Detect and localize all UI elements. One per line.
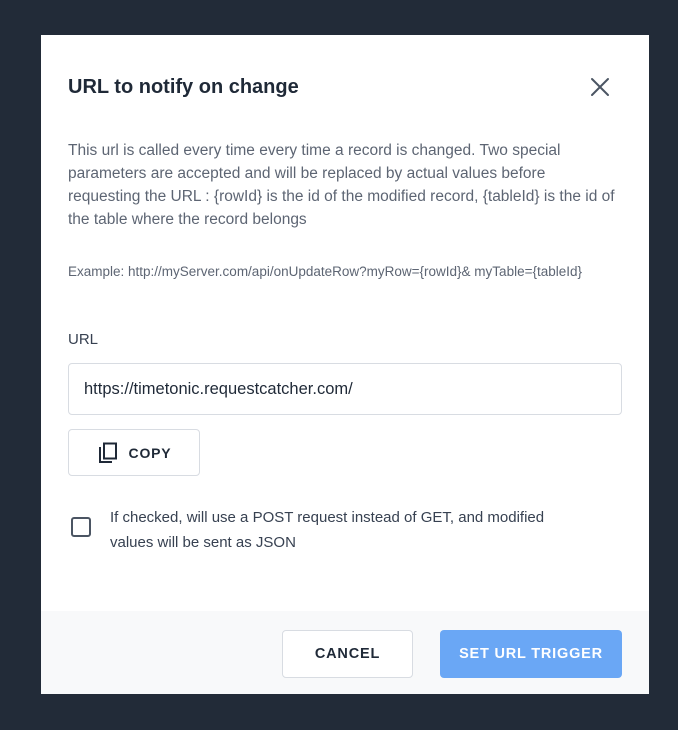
url-trigger-dialog: URL to notify on change This url is call…: [41, 35, 649, 694]
url-input[interactable]: [68, 363, 622, 415]
close-icon: [591, 78, 609, 96]
set-url-trigger-button[interactable]: SET URL TRIGGER: [440, 630, 622, 678]
post-request-checkbox[interactable]: [71, 517, 91, 537]
copy-button-label: COPY: [128, 444, 172, 461]
copy-button[interactable]: COPY: [68, 429, 200, 476]
close-button[interactable]: [586, 73, 614, 101]
dialog-title: URL to notify on change: [68, 76, 299, 98]
dialog-footer: CANCEL SET URL TRIGGER: [41, 611, 649, 694]
copy-icon: [98, 442, 117, 463]
url-label: URL: [68, 331, 99, 348]
post-request-label: If checked, will use a POST request inst…: [110, 509, 545, 551]
example-text: Example: http://myServer.com/api/onUpdat…: [68, 264, 583, 279]
dialog-description: This url is called every time every time…: [68, 142, 615, 228]
cancel-button[interactable]: CANCEL: [282, 630, 413, 678]
